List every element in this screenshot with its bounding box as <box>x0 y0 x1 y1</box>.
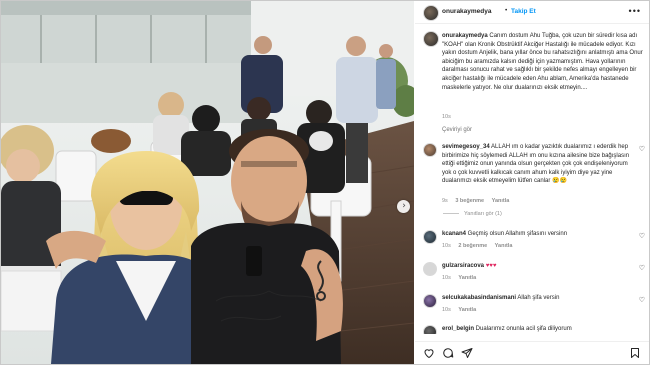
comment-body: Dualarımız onunla acil şifa diliyorum <box>474 326 572 332</box>
heart-icon[interactable] <box>423 347 435 359</box>
comment-text: erol_belgin Dualarımız onunla acil şifa … <box>442 325 634 334</box>
comment-icon[interactable] <box>442 347 454 359</box>
heart-icon[interactable]: ♡ <box>639 145 645 153</box>
more-options-icon[interactable]: ••• <box>629 6 641 16</box>
comment-username[interactable]: sevimegesoy_34 <box>442 144 490 150</box>
comment-text: kcanan4 Geçmiş olsun Allahım şifasını ve… <box>442 230 634 239</box>
caption-body: Canım dostum Ahu Tuğba, çok uzun bir sür… <box>442 33 643 91</box>
comment-username[interactable]: selcukakabasindanismani <box>442 295 516 301</box>
comment-username[interactable]: kcanan4 <box>442 231 466 237</box>
see-translation-link[interactable]: Çeviriyi gör <box>442 127 472 133</box>
bookmark-icon[interactable] <box>629 347 641 359</box>
avatar[interactable] <box>423 262 437 276</box>
avatar[interactable] <box>423 294 437 308</box>
comment-meta: 9s 3 beğenme Yanıtla <box>442 198 515 204</box>
reply-button[interactable]: Yanıtla <box>458 307 476 313</box>
comment-likes[interactable]: 2 beğenme <box>458 243 487 249</box>
avatar[interactable] <box>423 230 437 244</box>
comment-username[interactable]: gulzarsiracova <box>442 263 484 269</box>
post-window: › onurakaymedya • Takip Et ••• onurakaym… <box>0 0 650 365</box>
view-replies-label: Yanıtları gör (1) <box>464 211 502 217</box>
next-image-button[interactable]: › <box>397 200 410 213</box>
avatar[interactable] <box>423 143 437 157</box>
comment-time[interactable]: 10s <box>442 307 451 313</box>
comment-body: ALLAH ım o kadar yazıktık dualarımız ı e… <box>442 144 630 185</box>
crying-emoji: 😢😢 <box>552 178 567 185</box>
comment-text: sevimegesoy_34 ALLAH ım o kadar yazıktık… <box>442 143 634 186</box>
comment-body: Geçmiş olsun Allahım şifasını versinn <box>466 231 568 237</box>
header-username[interactable]: onurakaymedya <box>442 8 492 15</box>
heart-icon[interactable]: ♡ <box>639 264 645 272</box>
comment-time[interactable]: 10s <box>442 243 451 249</box>
comment-body: Allah şifa versin <box>516 295 560 301</box>
reply-button[interactable]: Yanıtla <box>495 243 513 249</box>
comment-likes[interactable]: 3 beğenme <box>455 198 484 204</box>
divider <box>443 213 459 215</box>
comment-meta: 10s Yanıtla <box>442 307 482 313</box>
comment-meta: 10s 2 beğenme Yanıtla <box>442 243 518 249</box>
separator-dot: • <box>505 7 508 14</box>
reply-button[interactable]: Yanıtla <box>458 275 476 281</box>
avatar[interactable] <box>423 5 439 21</box>
heart-icon[interactable]: ♡ <box>639 296 645 304</box>
comment-username[interactable]: erol_belgin <box>442 326 474 332</box>
comment-meta: 10s Yanıtla <box>442 275 482 281</box>
heart-icon[interactable]: ♡ <box>639 232 645 240</box>
post-header: onurakaymedya • Takip Et ••• <box>415 1 649 24</box>
comment-text: gulzarsiracova ♥♥♥ <box>442 262 634 271</box>
post-sidebar: onurakaymedya • Takip Et ••• onurakaymed… <box>415 1 649 364</box>
red-hearts-emoji: ♥♥♥ <box>485 263 497 269</box>
post-action-bar <box>415 341 649 364</box>
caption-text: onurakaymedya Canım dostum Ahu Tuğba, ço… <box>442 32 649 92</box>
follow-button[interactable]: Takip Et <box>511 8 536 15</box>
view-replies-button[interactable]: Yanıtları gör (1) <box>443 211 502 217</box>
avatar[interactable] <box>423 31 439 47</box>
reply-button[interactable]: Yanıtla <box>492 198 510 204</box>
avatar[interactable] <box>423 325 437 334</box>
photo-illustration <box>1 1 414 364</box>
comment-time[interactable]: 10s <box>442 275 451 281</box>
share-icon[interactable] <box>461 347 473 359</box>
comment-text: selcukakabasindanismani Allah şifa versi… <box>442 294 634 303</box>
post-photo[interactable]: › <box>1 1 414 364</box>
comment-time[interactable]: 9s <box>442 198 448 204</box>
caption-username[interactable]: onurakaymedya <box>442 33 488 39</box>
caption-timestamp[interactable]: 10s <box>442 114 451 120</box>
comments-scroll-area[interactable]: onurakaymedya Canım dostum Ahu Tuğba, ço… <box>415 24 649 334</box>
chevron-right-icon: › <box>402 201 406 211</box>
